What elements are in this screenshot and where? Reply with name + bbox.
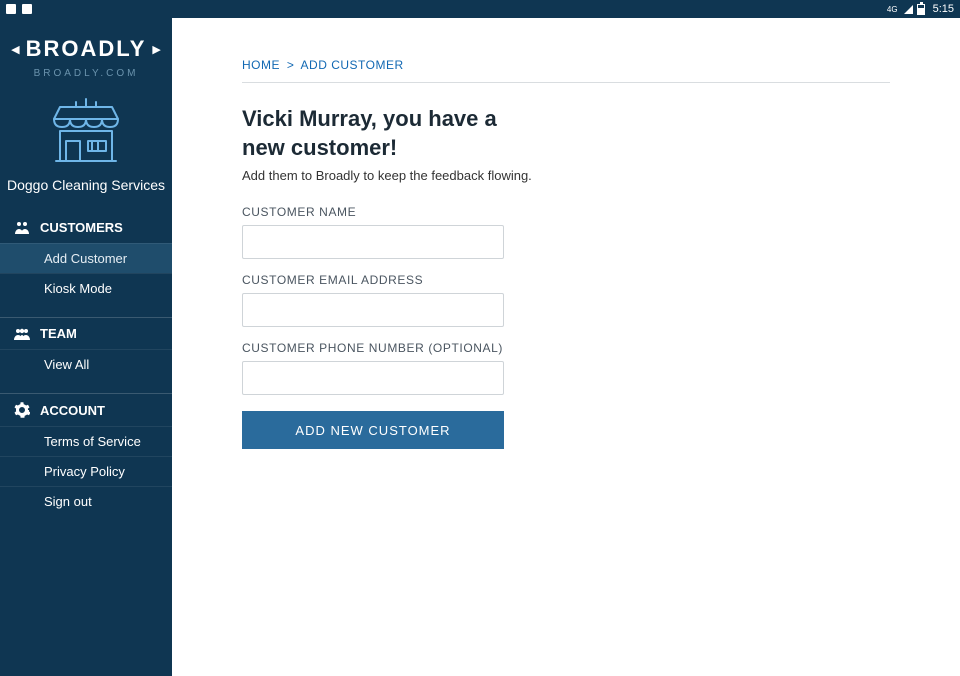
customer-email-input[interactable] [242,293,504,327]
android-status-bar: 4G 5:15 [0,0,960,18]
breadcrumb-current[interactable]: ADD CUSTOMER [301,58,404,72]
sidebar-section-account: ACCOUNT [0,393,172,426]
sidebar-item-kiosk-mode[interactable]: Kiosk Mode [0,273,172,303]
sidebar-item-view-all[interactable]: View All [0,349,172,379]
add-customer-form: CUSTOMER NAME CUSTOMER EMAIL ADDRESS CUS… [242,205,504,449]
sidebar-section-label: TEAM [40,326,77,341]
people-icon [14,221,30,235]
page-title: Vicki Murray, you have a new customer! [242,105,542,162]
caret-right-icon: ▶ [152,43,160,56]
app-logo-text: BROADLY [26,36,147,62]
battery-icon [917,4,925,15]
sidebar-section-label: ACCOUNT [40,403,105,418]
customer-email-label: CUSTOMER EMAIL ADDRESS [242,273,504,287]
sidebar-section-team: TEAM [0,317,172,349]
sidebar-item-label: View All [44,357,89,372]
business-name: Doggo Cleaning Services [0,177,172,211]
cell-signal-icon [904,5,913,14]
customer-name-label: CUSTOMER NAME [242,205,504,219]
customer-phone-input[interactable] [242,361,504,395]
sidebar-item-add-customer[interactable]: Add Customer [0,243,172,273]
sidebar: ◀ BROADLY ▶ BROADLY.COM [0,18,172,676]
sidebar-item-label: Terms of Service [44,434,141,449]
sidebar-item-label: Sign out [44,494,92,509]
divider [242,82,890,83]
breadcrumb: HOME > ADD CUSTOMER [242,58,890,72]
page-subtitle: Add them to Broadly to keep the feedback… [242,168,890,183]
storefront-icon [46,97,126,167]
breadcrumb-separator: > [287,58,295,72]
sidebar-item-terms[interactable]: Terms of Service [0,426,172,456]
submit-label: ADD NEW CUSTOMER [295,423,450,438]
gear-icon [14,402,30,418]
app-logo-subtitle: BROADLY.COM [0,68,172,79]
sidebar-item-label: Add Customer [44,251,127,266]
breadcrumb-home[interactable]: HOME [242,58,280,72]
main-content: HOME > ADD CUSTOMER Vicki Murray, you ha… [172,18,960,676]
notification-icon [6,4,16,14]
sidebar-item-privacy[interactable]: Privacy Policy [0,456,172,486]
sidebar-section-label: CUSTOMERS [40,220,123,235]
clock: 5:15 [933,3,954,15]
sidebar-section-customers: CUSTOMERS [0,211,172,243]
sidebar-item-label: Kiosk Mode [44,281,112,296]
sidebar-item-signout[interactable]: Sign out [0,486,172,516]
team-icon [14,328,30,340]
caret-left-icon: ◀ [11,43,19,56]
customer-phone-label: CUSTOMER PHONE NUMBER (OPTIONAL) [242,341,504,355]
notification-icon [22,4,32,14]
add-new-customer-button[interactable]: ADD NEW CUSTOMER [242,411,504,449]
customer-name-input[interactable] [242,225,504,259]
logo-block: ◀ BROADLY ▶ BROADLY.COM [0,18,172,83]
network-label: 4G [887,5,898,14]
sidebar-item-label: Privacy Policy [44,464,125,479]
